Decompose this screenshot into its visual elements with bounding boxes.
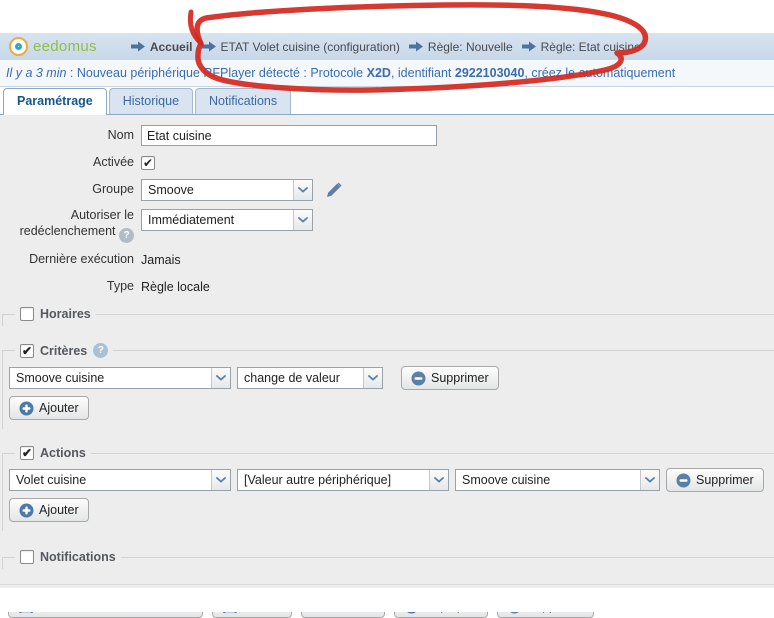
action-source-select[interactable]: Smoove cuisine — [455, 469, 660, 491]
row-activee: Activée ✔ — [0, 152, 774, 173]
notification-sep: : — [66, 66, 76, 80]
breadcrumb-arrow-icon — [131, 41, 145, 52]
rule-form: Nom Activée ✔ Groupe Smoove Autoriser le… — [0, 115, 774, 588]
critere-device-value: Smoove cuisine — [10, 371, 110, 385]
action-device-select[interactable]: Volet cuisine — [9, 469, 231, 491]
activee-label: Activée — [0, 155, 141, 171]
breadcrumb-label: Accueil — [150, 40, 193, 54]
breadcrumb-item-regle-nouvelle[interactable]: Règle: Nouvelle — [409, 40, 513, 54]
criteres-checkbox[interactable]: ✔ — [20, 344, 34, 358]
action-device-value: Volet cuisine — [10, 473, 92, 487]
type-value: Règle locale — [141, 280, 210, 294]
horaires-title: Horaires — [40, 307, 91, 321]
actions-checkbox[interactable]: ✔ — [20, 446, 34, 460]
minus-circle-icon — [411, 371, 426, 386]
action-value-select[interactable]: [Valeur autre périphérique] — [237, 469, 449, 491]
groupe-label: Groupe — [0, 182, 141, 198]
tab-historique[interactable]: Historique — [109, 88, 193, 114]
chevron-down-icon — [640, 470, 659, 490]
breadcrumb-label: Règle: Nouvelle — [428, 40, 513, 54]
help-icon[interactable]: ? — [119, 228, 134, 243]
breadcrumb-item-regle-etat-cuisine[interactable]: Règle: Etat cuisine — [522, 40, 641, 54]
derniere-execution-value: Jamais — [141, 253, 181, 267]
redeclenchement-label-line1: Autoriser le — [71, 208, 134, 222]
chevron-down-icon — [429, 470, 448, 490]
notification-mid2: , — [524, 66, 531, 80]
critere-add-label: Ajouter — [39, 401, 79, 415]
notification-identifier: 2922103040 — [455, 66, 525, 80]
notification-bar: Il y a 3 min : Nouveau périphérique RFPl… — [0, 60, 774, 87]
redeclenchement-select-value: Immédiatement — [142, 213, 240, 227]
notification-protocol: X2D — [367, 66, 391, 80]
notification-text: Nouveau périphérique RFPlayer détecté : … — [77, 66, 367, 80]
minus-circle-icon — [676, 473, 691, 488]
breadcrumb-arrow-icon — [522, 41, 536, 52]
breadcrumb-label: ETAT Volet cuisine (configuration) — [221, 40, 400, 54]
breadcrumb-arrow-icon — [202, 41, 216, 52]
horaires-checkbox[interactable] — [20, 307, 34, 321]
breadcrumb-item-accueil[interactable]: Accueil — [131, 40, 193, 54]
plus-circle-icon — [19, 401, 34, 416]
chevron-down-icon — [211, 368, 230, 388]
edit-pencil-icon[interactable] — [325, 182, 342, 199]
chevron-down-icon — [363, 368, 382, 388]
row-derniere-execution: Dernière exécution Jamais — [0, 249, 774, 270]
eedomus-logo-icon — [9, 37, 28, 56]
row-groupe: Groupe Smoove — [0, 179, 774, 201]
tab-notifications[interactable]: Notifications — [195, 88, 291, 114]
section-notifications: Notifications — [2, 550, 774, 569]
nom-label: Nom — [0, 128, 141, 144]
chevron-down-icon — [293, 210, 312, 230]
section-criteres: ✔ Critères ? Smoove cuisine change de va… — [2, 343, 774, 429]
row-type: Type Règle locale — [0, 276, 774, 297]
tab-parametrage[interactable]: Paramétrage — [3, 88, 107, 115]
action-source-value: Smoove cuisine — [456, 473, 556, 487]
help-icon[interactable]: ? — [93, 343, 108, 358]
row-redeclenchement: Autoriser le redéclenchement ? Immédiate… — [0, 207, 774, 243]
notification-time: Il y a 3 min — [6, 66, 66, 80]
breadcrumb-arrow-icon — [409, 41, 423, 52]
notifications-title: Notifications — [40, 550, 116, 564]
type-label: Type — [0, 279, 141, 295]
groupe-select-value: Smoove — [142, 183, 200, 197]
top-bar: eedomus Accueil ETAT Volet cuisine (conf… — [0, 33, 774, 60]
breadcrumb-item-etat-volet[interactable]: ETAT Volet cuisine (configuration) — [202, 40, 400, 54]
redeclenchement-select[interactable]: Immédiatement — [141, 209, 313, 231]
derniere-execution-label: Dernière exécution — [0, 252, 141, 268]
section-actions: ✔ Actions Volet cuisine [Valeur autre pé… — [2, 446, 774, 531]
action-add-label: Ajouter — [39, 503, 79, 517]
criteres-title: Critères — [40, 344, 87, 358]
breadcrumb: Accueil ETAT Volet cuisine (configuratio… — [131, 40, 641, 54]
create-device-link[interactable]: créez le automatiquement — [531, 66, 675, 80]
critere-device-select[interactable]: Smoove cuisine — [9, 367, 231, 389]
notifications-checkbox[interactable] — [20, 550, 34, 564]
critere-condition-value: change de valeur — [238, 371, 346, 385]
critere-condition-select[interactable]: change de valeur — [237, 367, 383, 389]
actions-title: Actions — [40, 446, 86, 460]
action-add-button[interactable]: Ajouter — [9, 498, 89, 522]
nom-input[interactable] — [141, 125, 437, 146]
tab-bar: Paramétrage Historique Notifications — [0, 87, 774, 115]
brand-name: eedomus — [33, 38, 97, 55]
action-remove-button[interactable]: Supprimer — [666, 468, 764, 492]
critere-remove-label: Supprimer — [431, 371, 489, 385]
notification-mid: , identifiant — [391, 66, 455, 80]
redeclenchement-label-line2: redéclenchement — [20, 224, 116, 238]
groupe-select[interactable]: Smoove — [141, 179, 313, 201]
redeclenchement-label: Autoriser le redéclenchement ? — [0, 207, 141, 243]
critere-add-button[interactable]: Ajouter — [9, 396, 89, 420]
plus-circle-icon — [19, 503, 34, 518]
critere-row: Smoove cuisine change de valeur Supprime… — [9, 366, 766, 390]
chevron-down-icon — [293, 180, 312, 200]
action-remove-label: Supprimer — [696, 473, 754, 487]
activee-checkbox[interactable]: ✔ — [141, 156, 155, 170]
critere-remove-button[interactable]: Supprimer — [401, 366, 499, 390]
action-row: Volet cuisine [Valeur autre périphérique… — [9, 468, 766, 492]
page-bottom-margin — [0, 588, 774, 612]
breadcrumb-label: Règle: Etat cuisine — [541, 40, 641, 54]
chevron-down-icon — [211, 470, 230, 490]
section-horaires: Horaires — [2, 307, 774, 326]
row-nom: Nom — [0, 125, 774, 146]
action-value-mode: [Valeur autre périphérique] — [238, 473, 397, 487]
